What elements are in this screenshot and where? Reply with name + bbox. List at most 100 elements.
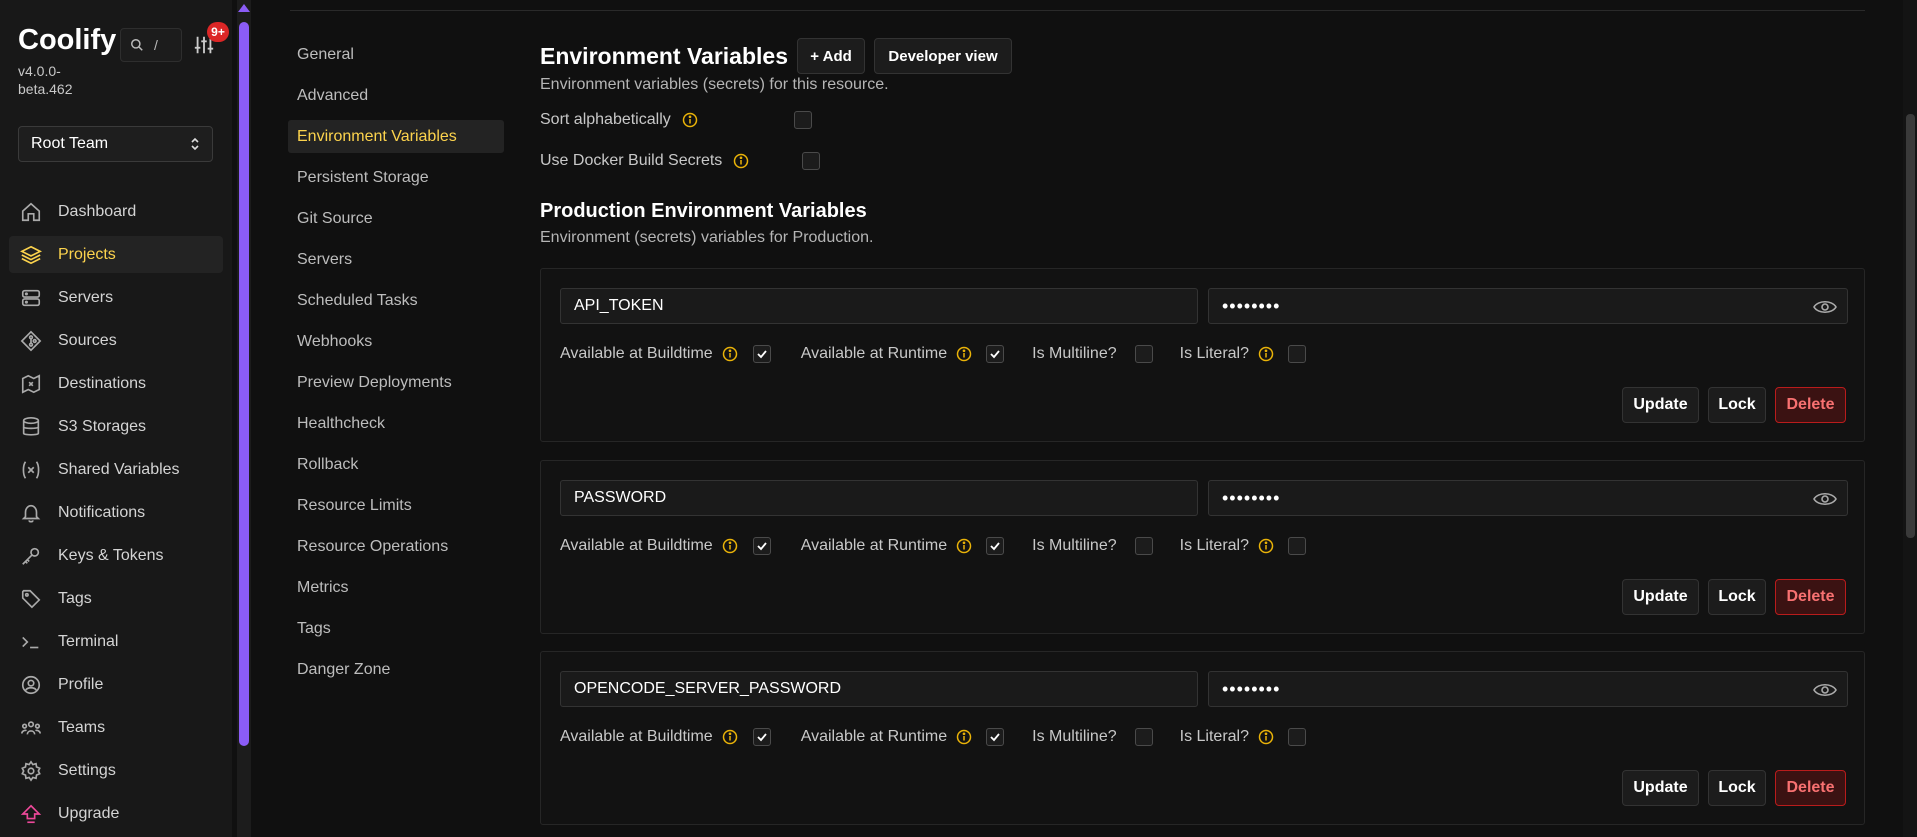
sidebar-scrollbar[interactable] bbox=[237, 0, 251, 837]
subnav-scheduled-tasks[interactable]: Scheduled Tasks bbox=[288, 284, 504, 317]
info-icon[interactable] bbox=[722, 538, 738, 554]
subnav-preview-deployments[interactable]: Preview Deployments bbox=[288, 366, 504, 399]
info-icon[interactable] bbox=[1258, 538, 1274, 554]
variable-key-input[interactable]: API_TOKEN bbox=[560, 288, 1198, 324]
page-description: Environment variables (secrets) for this… bbox=[540, 76, 889, 93]
info-icon[interactable] bbox=[956, 729, 972, 745]
home-icon bbox=[21, 202, 41, 221]
info-icon[interactable] bbox=[722, 729, 738, 745]
brand-logo[interactable]: Coolify bbox=[18, 24, 116, 57]
update-button[interactable]: Update bbox=[1622, 579, 1699, 615]
terminal-icon bbox=[22, 636, 39, 648]
variable-value-input[interactable]: •••••••• bbox=[1208, 671, 1848, 707]
nav-item-destinations[interactable]: Destinations bbox=[9, 365, 223, 402]
sidebar-scroll-thumb[interactable] bbox=[239, 22, 249, 746]
variable-value-input[interactable]: •••••••• bbox=[1208, 480, 1848, 516]
buildtime-label: Available at Buildtime bbox=[560, 537, 713, 554]
delete-button[interactable]: Delete bbox=[1775, 770, 1846, 806]
buildtime-checkbox[interactable] bbox=[752, 345, 771, 363]
subnav-healthcheck[interactable]: Healthcheck bbox=[288, 407, 504, 440]
runtime-checkbox[interactable] bbox=[986, 537, 1005, 555]
multiline-checkbox[interactable] bbox=[1134, 728, 1153, 746]
info-icon[interactable] bbox=[722, 346, 738, 362]
literal-checkbox[interactable] bbox=[1288, 345, 1306, 363]
subnav-general[interactable]: General bbox=[288, 38, 504, 71]
scroll-up-arrow[interactable] bbox=[238, 4, 250, 12]
eye-icon[interactable] bbox=[1813, 297, 1837, 317]
eye-icon[interactable] bbox=[1813, 680, 1837, 700]
subnav-resource-limits[interactable]: Resource Limits bbox=[288, 489, 504, 522]
server-icon bbox=[21, 289, 41, 306]
variable-actions: Update Lock Delete bbox=[1622, 770, 1846, 806]
search-button[interactable]: / bbox=[120, 28, 182, 62]
info-icon[interactable] bbox=[956, 538, 972, 554]
delete-button[interactable]: Delete bbox=[1775, 387, 1846, 423]
team-select[interactable]: Root Team bbox=[18, 126, 213, 162]
subnav-servers[interactable]: Servers bbox=[288, 243, 504, 276]
nav-item-shared-variables[interactable]: Shared Variables bbox=[9, 451, 223, 488]
multiline-checkbox[interactable] bbox=[1134, 537, 1153, 555]
variable-key-input[interactable]: PASSWORD bbox=[560, 480, 1198, 516]
variable-flags: Available at Buildtime Available at Runt… bbox=[560, 345, 1306, 363]
subnav-danger-zone[interactable]: Danger Zone bbox=[288, 653, 504, 686]
nav-item-s3-storages[interactable]: S3 Storages bbox=[9, 408, 223, 445]
subnav-rollback[interactable]: Rollback bbox=[288, 448, 504, 481]
sort-checkbox[interactable] bbox=[793, 111, 812, 129]
map-icon bbox=[21, 373, 41, 394]
runtime-checkbox[interactable] bbox=[986, 345, 1005, 363]
subnav-advanced[interactable]: Advanced bbox=[288, 79, 504, 112]
eye-icon[interactable] bbox=[1813, 489, 1837, 509]
update-button[interactable]: Update bbox=[1622, 387, 1699, 423]
nav-item-profile[interactable]: Profile bbox=[9, 666, 223, 703]
nav-item-label: Keys & Tokens bbox=[58, 546, 164, 564]
nav-item-label: Profile bbox=[58, 675, 104, 693]
buildtime-checkbox[interactable] bbox=[752, 728, 771, 746]
nav-item-sources[interactable]: Sources bbox=[9, 322, 223, 359]
info-icon[interactable] bbox=[956, 346, 972, 362]
delete-button[interactable]: Delete bbox=[1775, 579, 1846, 615]
variable-key-input[interactable]: OPENCODE_SERVER_PASSWORD bbox=[560, 671, 1198, 707]
page-scrollbar[interactable] bbox=[1903, 0, 1917, 837]
subnav-resource-operations[interactable]: Resource Operations bbox=[288, 530, 504, 563]
nav-item-terminal[interactable]: Terminal bbox=[9, 623, 223, 660]
docker-secrets-checkbox[interactable] bbox=[802, 152, 821, 170]
subnav-git-source[interactable]: Git Source bbox=[288, 202, 504, 235]
buildtime-checkbox[interactable] bbox=[752, 537, 771, 555]
multiline-checkbox[interactable] bbox=[1134, 345, 1153, 363]
page-scroll-thumb[interactable] bbox=[1906, 114, 1915, 538]
nav-item-projects[interactable]: Projects bbox=[9, 236, 223, 273]
subnav-metrics[interactable]: Metrics bbox=[288, 571, 504, 604]
subnav-tags[interactable]: Tags bbox=[288, 612, 504, 645]
info-icon[interactable] bbox=[733, 153, 749, 169]
info-icon[interactable] bbox=[1258, 346, 1274, 362]
literal-label: Is Literal? bbox=[1179, 345, 1249, 362]
nav-item-keys-tokens[interactable]: Keys & Tokens bbox=[9, 537, 223, 574]
developer-view-button[interactable]: Developer view bbox=[874, 38, 1012, 74]
bell-icon bbox=[21, 504, 41, 523]
nav-item-tags[interactable]: Tags bbox=[9, 580, 223, 617]
subnav-environment-variables[interactable]: Environment Variables bbox=[288, 120, 504, 153]
lock-button[interactable]: Lock bbox=[1708, 387, 1766, 423]
subnav-webhooks[interactable]: Webhooks bbox=[288, 325, 504, 358]
nav-item-notifications[interactable]: Notifications bbox=[9, 494, 223, 531]
info-icon[interactable] bbox=[1258, 729, 1274, 745]
info-icon[interactable] bbox=[682, 112, 698, 128]
subnav-persistent-storage[interactable]: Persistent Storage bbox=[288, 161, 504, 194]
nav-item-settings[interactable]: Settings bbox=[9, 752, 223, 789]
literal-checkbox[interactable] bbox=[1288, 728, 1306, 746]
nav-item-dashboard[interactable]: Dashboard bbox=[9, 193, 223, 230]
nav-item-label: Upgrade bbox=[58, 804, 120, 822]
lock-button[interactable]: Lock bbox=[1708, 579, 1766, 615]
variable-value-input[interactable]: •••••••• bbox=[1208, 288, 1848, 324]
lock-button[interactable]: Lock bbox=[1708, 770, 1766, 806]
update-button[interactable]: Update bbox=[1622, 770, 1699, 806]
multiline-label: Is Multiline? bbox=[1032, 728, 1117, 745]
add-variable-button[interactable]: + Add bbox=[797, 38, 865, 74]
nav-item-teams[interactable]: Teams bbox=[9, 709, 223, 746]
nav-item-upgrade[interactable]: Upgrade bbox=[9, 795, 223, 832]
literal-checkbox[interactable] bbox=[1288, 537, 1306, 555]
nav-item-servers[interactable]: Servers bbox=[9, 279, 223, 316]
nav-item-label: Sources bbox=[58, 331, 117, 349]
nav-item-label: Tags bbox=[58, 589, 92, 607]
runtime-checkbox[interactable] bbox=[986, 728, 1005, 746]
